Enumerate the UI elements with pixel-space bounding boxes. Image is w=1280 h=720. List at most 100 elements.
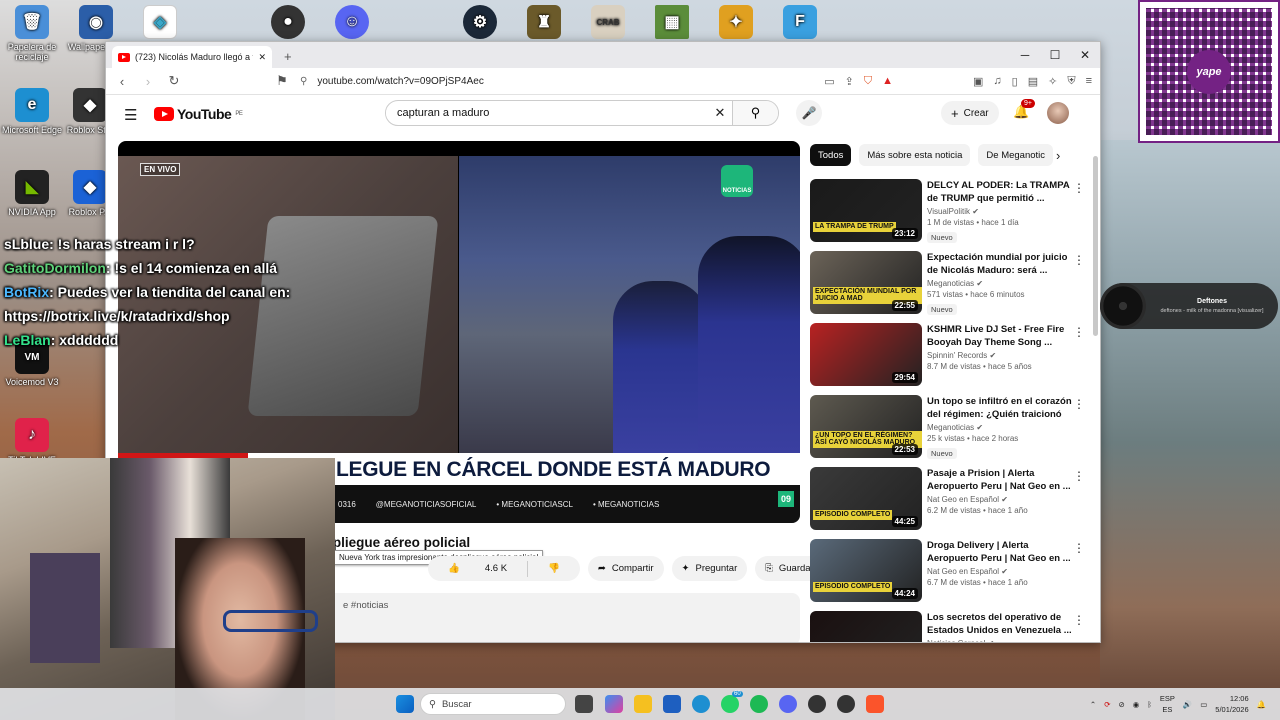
music-icon[interactable]: ♫ <box>993 75 1001 87</box>
brave-rewards-icon[interactable]: ▲ <box>882 75 893 87</box>
create-button[interactable]: + Crear <box>941 101 999 125</box>
task-view-icon[interactable] <box>575 695 593 713</box>
minimize-button[interactable]: ─ <box>1010 42 1040 68</box>
back-icon[interactable]: ‹ <box>114 74 130 89</box>
recommendation-item[interactable]: EPISODIO COMPLETO 44:24 Droga Delivery | A… <box>810 539 1085 607</box>
address-field[interactable]: ⚲ youtube.com/watch?v=09OPjSP4Aec <box>300 76 814 87</box>
taskbar-search[interactable]: ⚲ Buscar <box>420 693 566 715</box>
video-thumbnail[interactable]: EPISODIO COMPLETO 44:24 <box>810 539 922 602</box>
voice-search-button[interactable]: 🎤 <box>796 100 822 126</box>
app-diamond-desktop-icon[interactable]: ◈ <box>128 5 192 42</box>
whatsapp-icon[interactable] <box>721 695 739 713</box>
recommendation-channel[interactable]: Meganoticias ✔ <box>927 423 1072 432</box>
language-indicator[interactable]: ESP ES <box>1160 693 1175 715</box>
video-thumbnail[interactable] <box>810 611 922 642</box>
steam-desktop-icon[interactable]: ⚙ <box>448 5 512 42</box>
chip-more-news[interactable]: Más sobre esta noticia <box>859 144 971 166</box>
share-icon[interactable]: ⇪ <box>845 75 854 88</box>
discord-desktop-icon[interactable]: ☺ <box>320 5 384 42</box>
recommendation-item[interactable]: EXPECTACIÓN MUNDIAL POR JUICIO A MAD 22:5… <box>810 251 1085 319</box>
recommendation-title[interactable]: Los secretos del operativo de Estados Un… <box>927 611 1072 637</box>
brave-taskbar-icon[interactable] <box>866 695 884 713</box>
discord-taskbar-icon[interactable] <box>779 695 797 713</box>
csgo-desktop-icon[interactable]: ✦ <box>704 5 768 42</box>
dislike-button[interactable]: 👎 <box>528 556 580 581</box>
copilot-icon[interactable] <box>605 695 623 713</box>
tray-app-icon[interactable]: ⟳ <box>1104 700 1110 709</box>
start-button[interactable] <box>396 695 414 713</box>
tray-network-off-icon[interactable]: ⊘ <box>1118 700 1124 709</box>
video-thumbnail[interactable]: EXPECTACIÓN MUNDIAL POR JUICIO A MAD 22:5… <box>810 251 922 314</box>
more-options-icon[interactable]: ⋮ <box>1073 181 1085 195</box>
chip-all[interactable]: Todos <box>810 144 852 166</box>
menu-icon[interactable]: ≡ <box>1086 75 1092 87</box>
recommendation-title[interactable]: Droga Delivery | Alerta Aeropuerto Peru … <box>927 539 1072 565</box>
steam-taskbar-icon[interactable] <box>808 695 826 713</box>
game-desktop-icon[interactable]: ♜ <box>512 5 576 42</box>
nvidia-desktop-icon[interactable]: ◣ NVIDIA App <box>0 170 64 217</box>
recommendation-channel[interactable]: Nat Geo en Español ✔ <box>927 495 1072 504</box>
video-thumbnail[interactable]: 29:54 <box>810 323 922 386</box>
recommendation-item[interactable]: LA TRAMPA DE TRUMP 23:12 DELCY AL PODER: L… <box>810 179 1085 247</box>
vpn-icon[interactable]: ⛨ <box>1067 75 1075 88</box>
tray-bluetooth-icon[interactable]: ᛒ <box>1147 700 1152 709</box>
recommendation-item[interactable]: ¿UN TOPO EN EL RÉGIMEN? ASÍ CAYÓ NICOLÁS… <box>810 395 1085 463</box>
recommendation-channel[interactable]: Meganoticias ✔ <box>927 279 1072 288</box>
leo-ai-icon[interactable]: ✧ <box>1048 75 1057 88</box>
obs-desktop-icon[interactable]: ● <box>256 5 320 42</box>
more-options-icon[interactable]: ⋮ <box>1073 541 1085 555</box>
sidebar-icon[interactable]: ▯ <box>1012 75 1018 88</box>
recommendation-title[interactable]: DELCY AL PODER: La TRAMPA de TRUMP que p… <box>927 179 1072 205</box>
recommendation-title[interactable]: KSHMR Live DJ Set - Free Fire Booyah Day… <box>927 323 1072 349</box>
like-button[interactable]: 👍 4.6 K <box>428 556 527 581</box>
recommendation-title[interactable]: Pasaje a Prision | Alerta Aeropuerto Per… <box>927 467 1072 493</box>
clear-search-icon[interactable]: ✕ <box>708 105 732 121</box>
site-info-icon[interactable]: ⚲ <box>300 76 307 87</box>
file-explorer-icon[interactable] <box>634 695 652 713</box>
recommendation-channel[interactable]: Spinnin' Records ✔ <box>927 351 1072 360</box>
bookmark-icon[interactable]: ⚑ <box>274 73 290 89</box>
tab-close-icon[interactable]: ✕ <box>258 52 266 63</box>
notification-center-icon[interactable]: 🔔 <box>1257 700 1266 709</box>
search-button[interactable]: ⚲ <box>732 101 778 125</box>
video-thumbnail[interactable]: ¿UN TOPO EN EL RÉGIMEN? ASÍ CAYÓ NICOLÁS… <box>810 395 922 458</box>
edge-taskbar-icon[interactable] <box>692 695 710 713</box>
app-f-desktop-icon[interactable]: F <box>768 5 832 42</box>
recommendation-channel[interactable]: Nat Geo en Español ✔ <box>927 567 1072 576</box>
clock[interactable]: 12:06 5/01/2026 <box>1215 693 1248 715</box>
more-options-icon[interactable]: ⋮ <box>1073 613 1085 627</box>
cast-icon[interactable]: ▭ <box>824 75 834 88</box>
battery-icon[interactable]: ▭ <box>1200 700 1207 709</box>
wallet-icon[interactable]: ▤ <box>1028 75 1038 88</box>
brave-shield-icon[interactable]: ⛉ <box>864 75 872 88</box>
forward-icon[interactable]: › <box>140 74 156 89</box>
obs-taskbar-icon[interactable] <box>837 695 855 713</box>
volume-icon[interactable]: 🔊 <box>1183 700 1192 709</box>
recommendation-channel[interactable]: Noticias Caracol ✔ <box>927 639 1072 642</box>
recommendation-item[interactable]: Los secretos del operativo de Estados Un… <box>810 611 1085 642</box>
recommendation-item[interactable]: 29:54 KSHMR Live DJ Set - Free Fire Booya… <box>810 323 1085 391</box>
crab-game-desktop-icon[interactable]: CRAB <box>576 5 640 42</box>
recommendation-title[interactable]: Un topo se infiltró en el corazón del ré… <box>927 395 1072 421</box>
tray-eye-icon[interactable]: ◉ <box>1133 700 1140 709</box>
recommendation-title[interactable]: Expectación mundial por juicio de Nicolá… <box>927 251 1072 277</box>
video-thumbnail[interactable]: LA TRAMPA DE TRUMP 23:12 <box>810 179 922 242</box>
youtube-logo[interactable]: YouTube PE <box>154 106 243 122</box>
hamburger-menu-icon[interactable]: ☰ <box>124 106 137 124</box>
chip-from-channel[interactable]: De Meganotic <box>978 144 1054 166</box>
new-tab-button[interactable]: + <box>284 49 292 64</box>
video-thumbnail[interactable]: EPISODIO COMPLETO 44:25 <box>810 467 922 530</box>
scrollbar[interactable] <box>1093 156 1098 336</box>
more-options-icon[interactable]: ⋮ <box>1073 397 1085 411</box>
store-icon[interactable] <box>663 695 681 713</box>
tab-youtube[interactable]: (723) Nicolás Maduro llegó a tril ✕ <box>112 46 272 68</box>
recommendation-item[interactable]: EPISODIO COMPLETO 44:25 Pasaje a Prision |… <box>810 467 1085 535</box>
spotify-icon[interactable] <box>750 695 768 713</box>
recommendation-channel[interactable]: VisualPolitik ✔ <box>927 207 1072 216</box>
recycle-bin-desktop-icon[interactable]: 🗑 Papelera de reciclaje <box>0 5 64 62</box>
share-button[interactable]: ➦ Compartir <box>587 556 664 581</box>
screenshot-icon[interactable]: ▣ <box>973 75 983 88</box>
more-options-icon[interactable]: ⋮ <box>1073 325 1085 339</box>
tray-chevron-icon[interactable]: ⌃ <box>1090 700 1096 709</box>
search-input[interactable] <box>386 107 708 119</box>
